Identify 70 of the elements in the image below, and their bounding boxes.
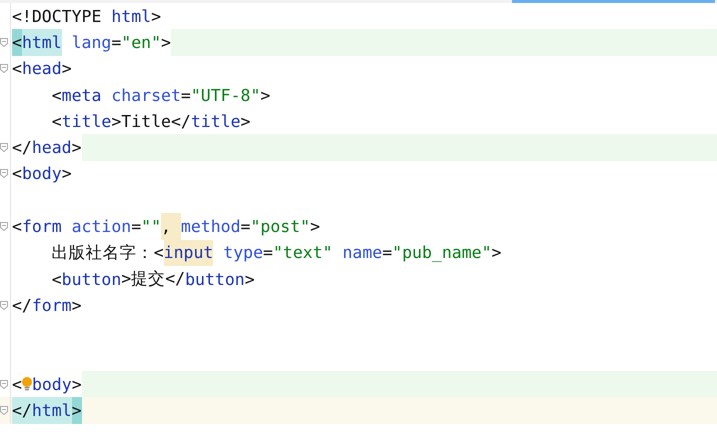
code-token: "post": [250, 216, 310, 238]
fold-icon[interactable]: [0, 380, 8, 389]
fold-icon[interactable]: [0, 222, 8, 232]
fold-icon[interactable]: [0, 406, 8, 416]
code-token: >: [151, 6, 162, 28]
code-token: >: [161, 32, 171, 54]
code-token: </: [12, 397, 32, 424]
code-token: "text": [272, 242, 333, 264]
code-token: head: [22, 58, 62, 80]
code-token: <: [50, 110, 62, 133]
code-token: =: [131, 216, 142, 238]
fold-icon[interactable]: [0, 169, 8, 178]
fold-icon[interactable]: [0, 64, 8, 74]
code-token: >: [62, 163, 72, 186]
code-token: >: [244, 268, 255, 291]
code-token: lang: [70, 32, 112, 54]
code-token: <!DOCTYPE: [12, 6, 102, 28]
code-token: =: [180, 84, 191, 107]
code-token: 出版社名字：<: [50, 242, 164, 264]
code-token: <: [12, 163, 22, 186]
code-token: body: [32, 374, 72, 396]
code-token: title: [62, 110, 112, 133]
code-token: title: [190, 110, 240, 133]
code-token: </: [12, 294, 32, 317]
code-token: =: [111, 32, 122, 54]
code-token: html: [32, 397, 72, 424]
code-token: button: [185, 268, 245, 291]
code-token: >: [72, 137, 82, 160]
code-token: body: [22, 163, 62, 186]
fold-icon[interactable]: [0, 300, 8, 310]
code-token: form: [22, 216, 62, 238]
code-token: >: [72, 294, 82, 317]
code-token: <: [12, 58, 22, 80]
code-token: >: [72, 397, 82, 424]
code-token: >: [310, 216, 320, 238]
code-token: meta: [62, 84, 102, 107]
code-token: >: [492, 242, 502, 264]
code-token: >: [72, 374, 82, 396]
code-token: name: [341, 242, 382, 264]
code-token: <: [50, 84, 62, 107]
code-token: "pub_name": [392, 242, 492, 264]
code-token: </: [12, 137, 32, 160]
code-token: charset: [110, 84, 181, 107]
code-token: method: [180, 216, 241, 238]
code-token: >Title</: [111, 110, 191, 133]
code-token: head: [32, 137, 72, 160]
code-token: <: [12, 374, 22, 396]
code-token: <: [12, 29, 22, 56]
code-token: =: [240, 216, 250, 238]
code-token: input: [164, 240, 214, 266]
code-token: html: [22, 29, 62, 56]
code-token: button: [62, 268, 122, 291]
code-token: <: [12, 216, 22, 238]
fold-icon[interactable]: [0, 143, 8, 152]
code-token: >: [62, 58, 72, 80]
code-token: type: [222, 242, 264, 264]
code-token: >: [260, 84, 270, 107]
code-token: html: [111, 6, 152, 28]
code-token: <: [50, 268, 62, 291]
fold-icon[interactable]: [0, 38, 8, 47]
code-token: >: [240, 110, 250, 133]
code-token: "": [141, 216, 162, 238]
code-token: form: [32, 294, 72, 317]
code-token: action: [70, 216, 132, 238]
code-token: =: [263, 242, 273, 264]
code-token: >提交</: [121, 268, 186, 290]
code-token: "UTF-8": [190, 84, 260, 107]
code-token: "en": [121, 32, 162, 54]
code-token: =: [382, 242, 392, 264]
code-token: ,: [161, 213, 181, 240]
